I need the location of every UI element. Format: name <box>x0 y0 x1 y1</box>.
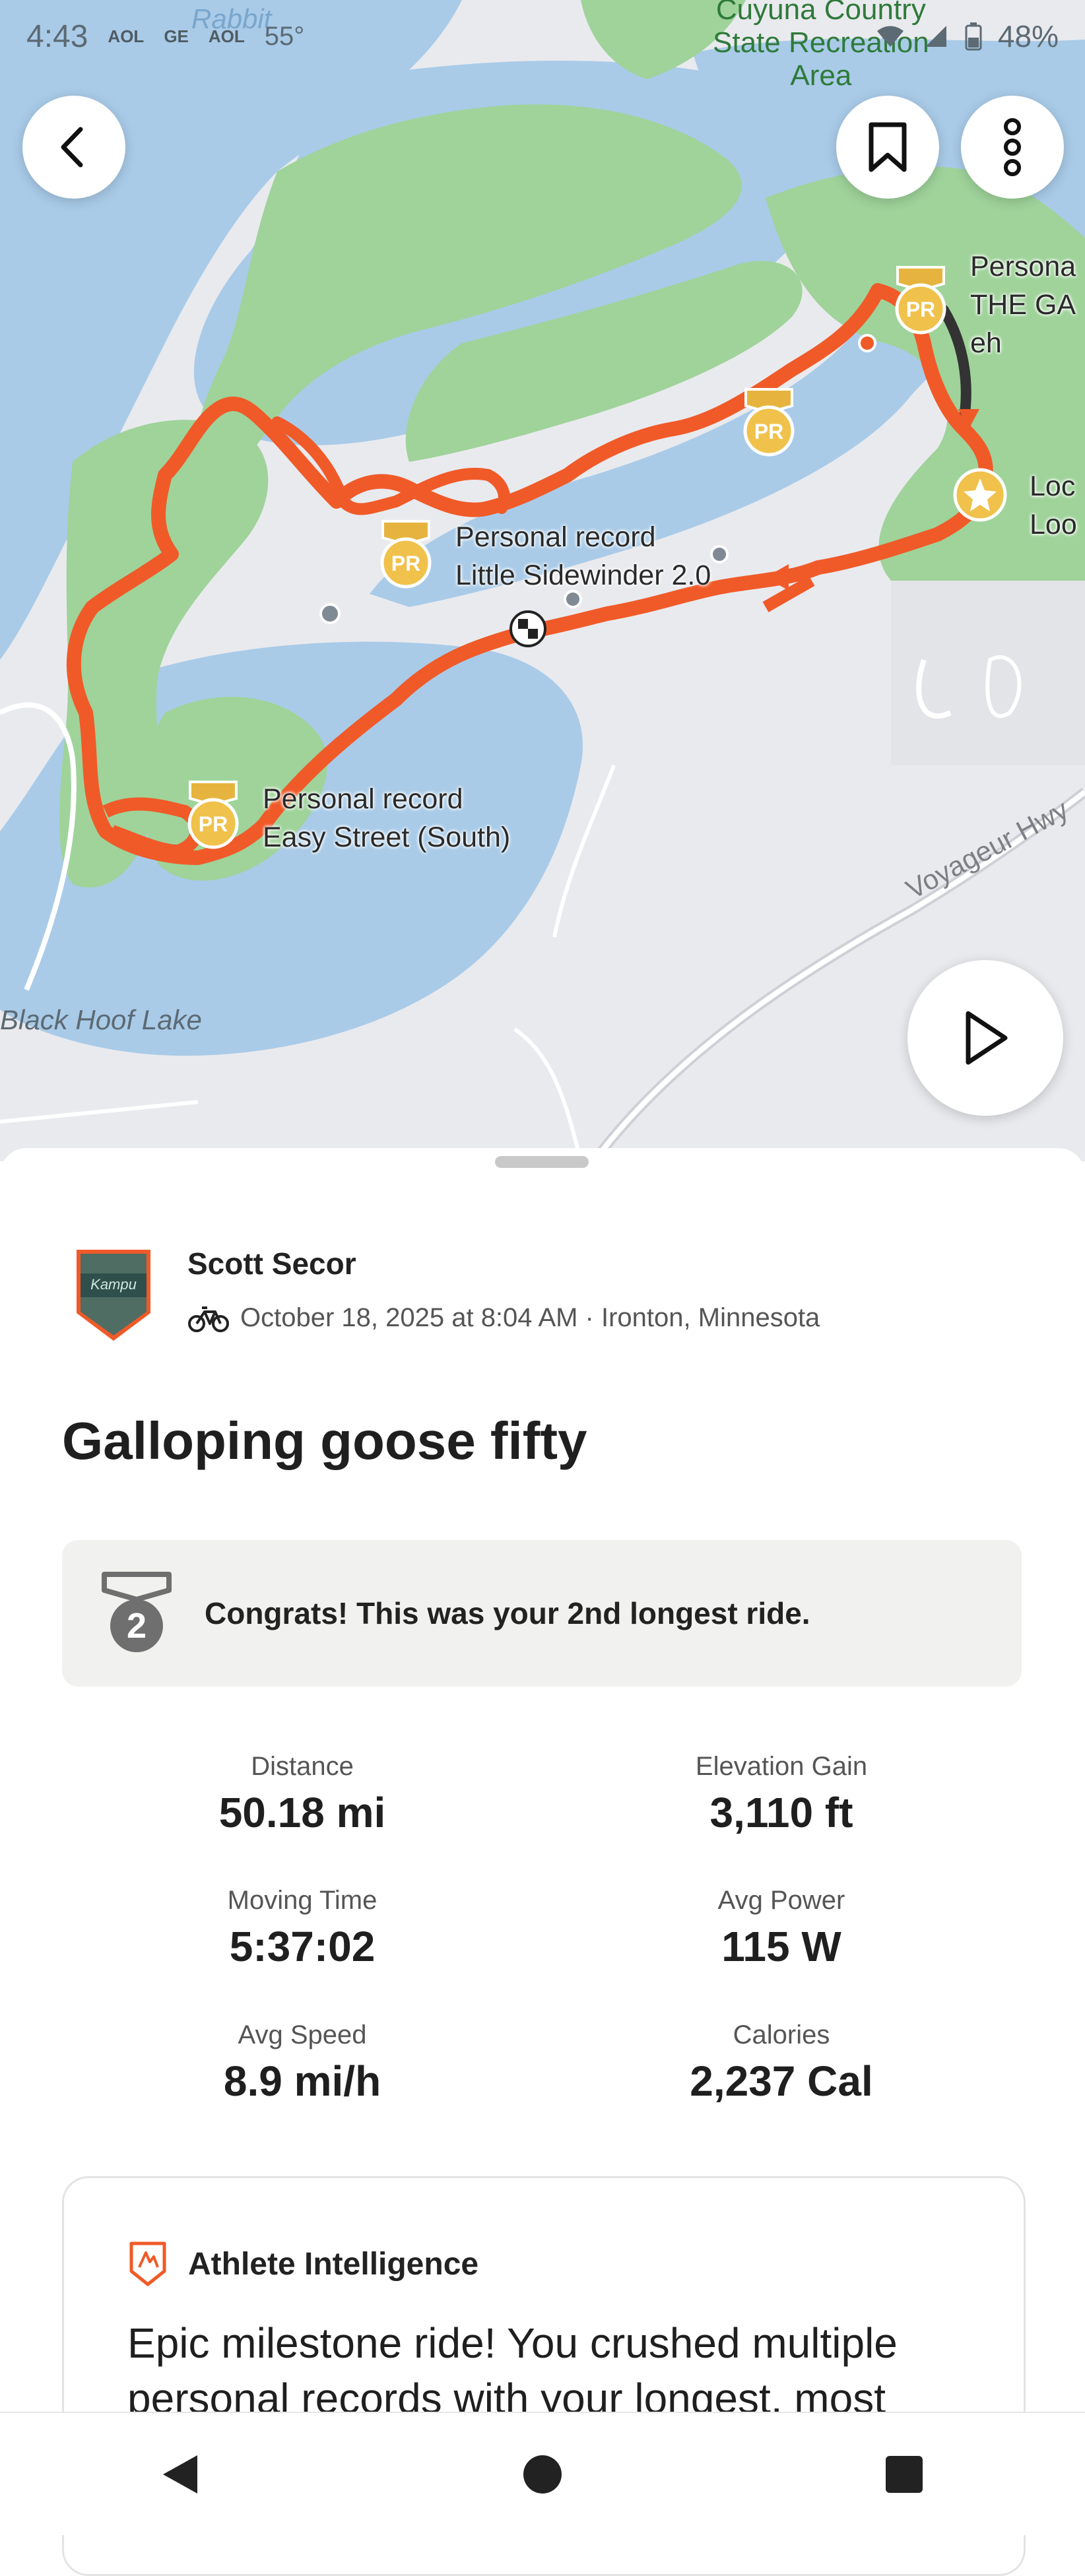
back-button[interactable] <box>22 96 125 199</box>
stat-label: Calories <box>733 2020 830 2049</box>
bike-icon <box>188 1306 229 1332</box>
avatar[interactable]: Kampu <box>71 1247 156 1343</box>
svg-text:PR: PR <box>906 298 935 321</box>
svg-text:PR: PR <box>754 420 783 443</box>
achievement-rank: 2 <box>127 1606 147 1646</box>
achievement-text: Congrats! This was your 2nd longest ride… <box>205 1596 810 1630</box>
status-icon-ge: GE <box>164 26 189 46</box>
stat-label: Avg Power <box>717 1886 845 1915</box>
status-bar: 4:43 AOL GE AOL 55° 48% <box>26 13 1059 59</box>
status-time: 4:43 <box>26 18 88 54</box>
stat-value: 8.9 mi/h <box>223 2057 381 2105</box>
pr-label-the-ga: Persona THE GA eh <box>970 251 1076 359</box>
nav-back-button[interactable] <box>128 2428 234 2521</box>
svg-text:PR: PR <box>199 812 228 836</box>
medal-icon: 2 <box>102 1572 172 1652</box>
stat-value: 3,110 ft <box>709 1789 853 1836</box>
status-temperature: 55° <box>264 21 305 51</box>
achievement-banner[interactable]: 2 Congrats! This was your 2nd longest ri… <box>62 1540 1022 1687</box>
system-navigation-bar <box>0 2412 1085 2535</box>
nav-recents-button[interactable] <box>851 2428 957 2521</box>
activity-date-location: October 18, 2025 at 8:04 AM · Ironton, M… <box>240 1303 820 1332</box>
svg-text:PR: PR <box>391 552 420 575</box>
stat-moving-time: Moving Time 5:37:02 <box>104 1886 500 1971</box>
stat-value: 50.18 mi <box>218 1789 386 1836</box>
bookmark-button[interactable] <box>836 96 939 199</box>
status-icon-aol-2: AOL <box>208 26 245 46</box>
route-map[interactable]: PR PR PR PR Personal record Little Sidew… <box>0 0 1085 1161</box>
stat-value: 2,237 Cal <box>690 2057 873 2105</box>
wifi-icon <box>876 26 904 47</box>
stat-label: Moving Time <box>227 1886 378 1915</box>
pr-badge-icon[interactable]: PR <box>891 264 950 337</box>
chevron-left-icon <box>61 127 83 168</box>
athlete-intelligence-summary: Epic milestone ride! You crushed multipl… <box>127 2319 898 2422</box>
status-icon-aol: AOL <box>108 26 145 46</box>
local-legend-icon[interactable] <box>950 465 1010 525</box>
stat-distance: Distance 50.18 mi <box>104 1752 500 1837</box>
stat-calories: Calories 2,237 Cal <box>583 2020 979 2106</box>
stat-value: 5:37:02 <box>229 1923 376 1970</box>
more-options-button[interactable] <box>961 96 1064 199</box>
athlete-name[interactable]: Scott Secor <box>187 1246 356 1281</box>
stat-avg-speed: Avg Speed 8.9 mi/h <box>104 2020 500 2106</box>
svg-text:Kampu: Kampu <box>90 1276 137 1293</box>
stat-value: 115 W <box>721 1923 841 1970</box>
bookmark-icon <box>869 122 907 172</box>
more-vertical-icon <box>1004 118 1021 176</box>
athlete-intelligence-icon <box>129 2241 166 2286</box>
stat-label: Distance <box>251 1752 354 1781</box>
sheet-drag-handle[interactable] <box>495 1156 589 1168</box>
stat-label: Elevation Gain <box>695 1752 868 1781</box>
athlete-intelligence-header: Athlete Intelligence <box>127 2241 478 2287</box>
lake-label: Black Hoof Lake <box>0 1004 202 1035</box>
activity-title: Galloping goose fifty <box>62 1411 587 1470</box>
nav-recents-icon <box>886 2455 923 2493</box>
pr-label-local-legend: Loc Loo <box>1030 470 1077 540</box>
pr-badge-icon[interactable]: PR <box>183 779 243 851</box>
signal-icon <box>925 26 946 47</box>
pr-badge-icon[interactable]: PR <box>739 386 799 459</box>
athlete-intelligence-title: Athlete Intelligence <box>188 2246 479 2282</box>
pr-label-easy-street: Personal record Easy Street (South) <box>263 783 511 853</box>
nav-back-icon <box>163 2455 197 2494</box>
pr-badge-icon[interactable]: PR <box>376 518 436 591</box>
play-flyover-button[interactable] <box>907 960 1063 1116</box>
pr-label-little-sidewinder: Personal record Little Sidewinder 2.0 <box>455 521 711 591</box>
stat-elevation-gain: Elevation Gain 3,110 ft <box>583 1752 979 1837</box>
play-icon <box>966 1011 1008 1065</box>
battery-icon <box>965 22 982 51</box>
battery-percent: 48% <box>997 19 1059 53</box>
nav-home-icon <box>523 2455 562 2494</box>
stat-avg-power: Avg Power 115 W <box>583 1886 979 1971</box>
activity-meta: October 18, 2025 at 8:04 AM · Ironton, M… <box>187 1303 820 1333</box>
stat-label: Avg Speed <box>238 2020 367 2049</box>
nav-home-button[interactable] <box>490 2428 595 2521</box>
